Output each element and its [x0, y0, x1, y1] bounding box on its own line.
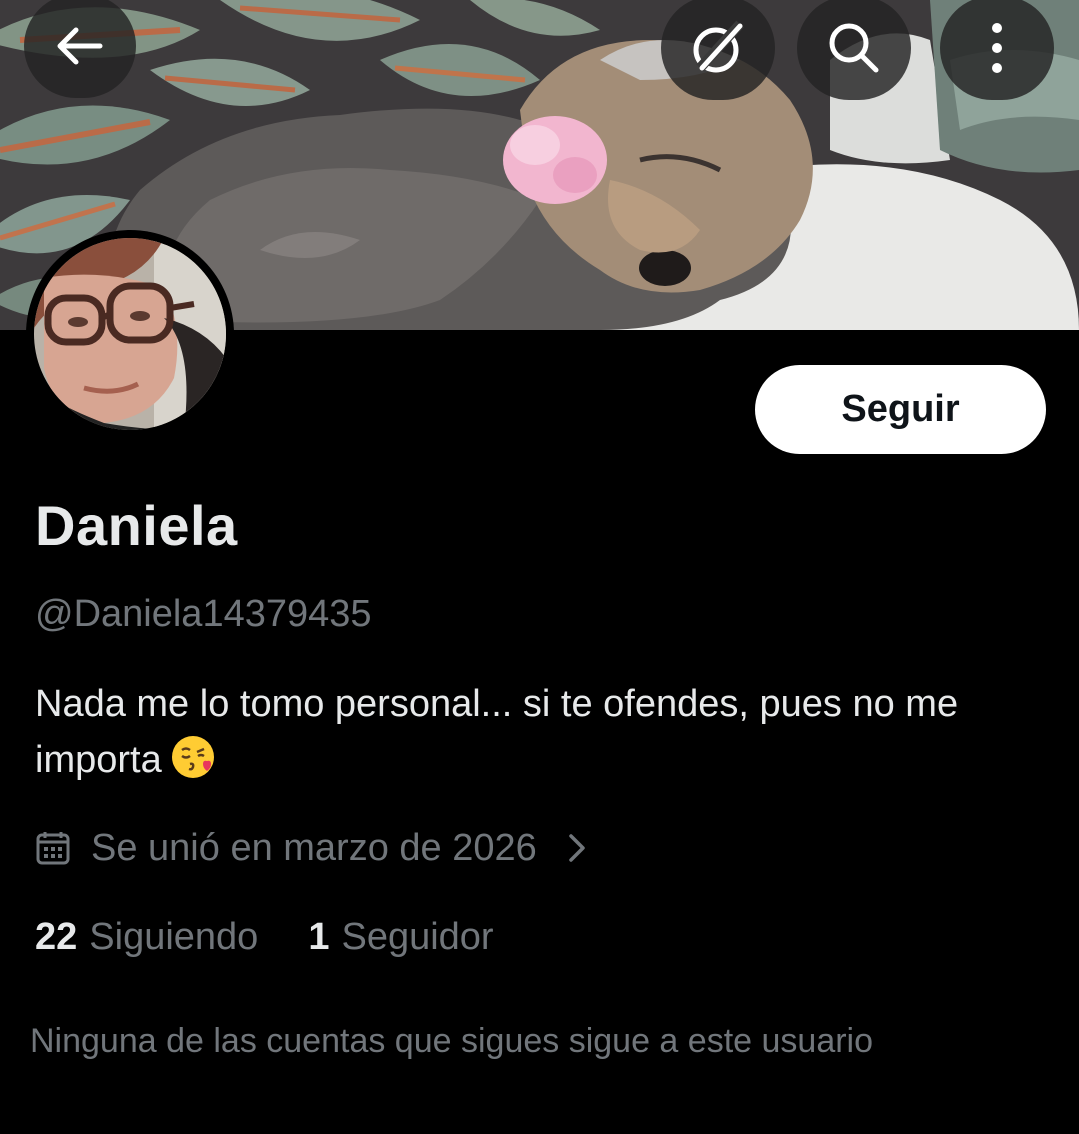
following-label: Siguiendo [89, 915, 259, 958]
followers-label: Seguidor [341, 915, 494, 958]
display-name: Daniela [35, 494, 238, 557]
search-button[interactable] [797, 0, 911, 100]
follow-stats: 22 Siguiendo 1 Seguidor [35, 912, 494, 962]
more-options-button[interactable] [940, 0, 1054, 100]
following-stat[interactable]: 22 Siguiendo [35, 916, 258, 959]
chevron-right-icon [569, 834, 585, 862]
joined-date-row[interactable]: Se unió en marzo de 2026 [35, 823, 589, 873]
mutual-followers-note: Ninguna de las cuentas que sigues sigue … [30, 1022, 874, 1060]
back-button[interactable] [24, 0, 136, 98]
joined-date-text: Se unió en marzo de 2026 [91, 826, 537, 869]
kissing-face-emoji-icon [171, 736, 214, 778]
avatar-photo [34, 238, 226, 430]
search-icon [829, 23, 879, 73]
calendar-icon [36, 832, 70, 865]
user-handle: @Daniela14379435 [35, 593, 372, 635]
followers-stat[interactable]: 1 Seguidor [308, 916, 493, 959]
following-count: 22 [35, 915, 78, 958]
grok-slash-circle-icon [693, 20, 744, 73]
avatar[interactable] [26, 230, 234, 438]
profile-screen: Seguir Daniela @Daniela14379435 Nada me … [0, 0, 1079, 1134]
profile-bio: Nada me lo tomo personal... si te ofende… [35, 676, 1045, 788]
followers-count: 1 [308, 915, 330, 958]
arrow-left-icon [57, 27, 103, 65]
more-vertical-icon [992, 23, 1002, 73]
follow-button[interactable]: Seguir [755, 365, 1046, 454]
grok-button[interactable] [661, 0, 775, 100]
